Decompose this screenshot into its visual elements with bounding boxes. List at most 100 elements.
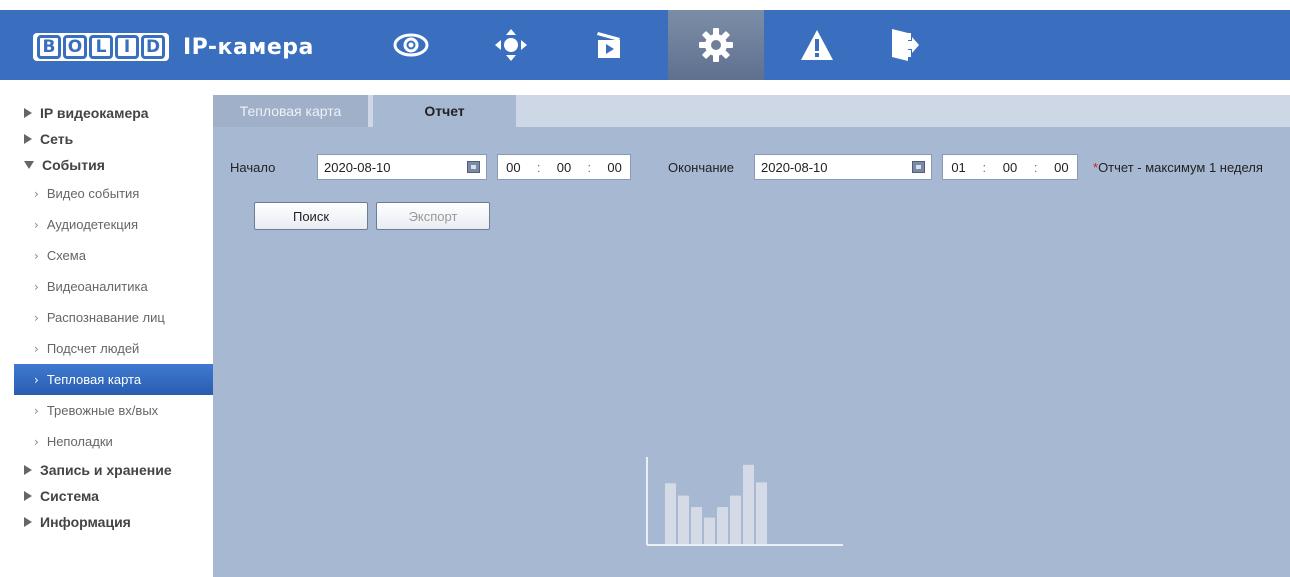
- end-minute[interactable]: 00: [1003, 160, 1017, 175]
- chevron-right-icon: ›: [34, 434, 39, 449]
- logo-letter: L: [89, 35, 113, 59]
- time-separator: :: [982, 159, 987, 175]
- sidebar-section-network[interactable]: Сеть: [0, 126, 218, 152]
- chevron-right-icon: ›: [34, 186, 39, 201]
- end-label: Окончание: [668, 160, 735, 175]
- chevron-right-icon: ›: [34, 372, 39, 387]
- empty-report-placeholder: [646, 457, 843, 546]
- sidebar-section-label: События: [42, 157, 105, 173]
- sidebar-item-audio-detection[interactable]: › Аудиодетекция: [0, 209, 218, 240]
- sidebar-item-label: Аудиодетекция: [46, 217, 139, 232]
- sidebar-item-label: Тревожные вх/вых: [46, 403, 159, 418]
- report-limit-note: *Отчет - максимум 1 неделя: [1093, 160, 1263, 175]
- sidebar-section-label: Информация: [40, 514, 131, 530]
- placeholder-bar: [730, 495, 741, 544]
- start-label: Начало: [230, 160, 276, 175]
- collapsed-triangle-icon: [24, 465, 32, 475]
- expanded-triangle-icon: [24, 161, 34, 169]
- sidebar-item-faults[interactable]: › Неполадки: [0, 426, 218, 457]
- end-date-value: 2020-08-10: [761, 159, 828, 175]
- chevron-right-icon: ›: [34, 248, 39, 263]
- logo-letter: D: [141, 35, 165, 59]
- collapsed-triangle-icon: [24, 108, 32, 118]
- sidebar-section-label: Запись и хранение: [40, 462, 172, 478]
- sidebar-item-face-recognition[interactable]: › Распознавание лиц: [0, 302, 218, 333]
- placeholder-bar: [743, 464, 754, 544]
- nav-live-view[interactable]: [382, 10, 440, 80]
- end-time-field[interactable]: 01 : 00 : 00: [942, 154, 1078, 180]
- sidebar-item-scheme[interactable]: › Схема: [0, 240, 218, 271]
- tab-report[interactable]: Отчет: [373, 95, 516, 127]
- main-panel: Тепловая карта Отчет Начало 2020-08-10 0…: [213, 95, 1290, 577]
- logo-mark: B O L I D: [33, 33, 169, 61]
- sidebar-section-info[interactable]: Информация: [0, 509, 218, 535]
- logo-letter: O: [63, 35, 87, 59]
- logout-icon: [892, 29, 919, 61]
- eye-icon: [393, 33, 429, 57]
- tab-bar: Тепловая карта Отчет: [213, 95, 1290, 127]
- start-minute[interactable]: 00: [557, 160, 571, 175]
- calendar-icon[interactable]: [467, 161, 480, 173]
- nav-logout[interactable]: [876, 10, 934, 80]
- collapsed-triangle-icon: [24, 517, 32, 527]
- export-button[interactable]: Экспорт: [376, 202, 490, 230]
- sidebar-item-label: Подсчет людей: [46, 341, 140, 356]
- sidebar-section-events[interactable]: События: [0, 152, 218, 178]
- placeholder-bar: [756, 482, 767, 544]
- sidebar-item-video-events[interactable]: › Видео события: [0, 178, 218, 209]
- sidebar-item-alarm-io[interactable]: › Тревожные вх/вых: [0, 395, 218, 426]
- sidebar-section-storage[interactable]: Запись и хранение: [0, 457, 218, 483]
- search-button[interactable]: Поиск: [254, 202, 368, 230]
- sidebar-item-video-analytics[interactable]: › Видеоаналитика: [0, 271, 218, 302]
- collapsed-triangle-icon: [24, 491, 32, 501]
- sidebar-item-label: Распознавание лиц: [46, 310, 165, 325]
- placeholder-bar: [678, 495, 689, 544]
- end-hour[interactable]: 01: [951, 160, 965, 175]
- sidebar-item-people-counting[interactable]: › Подсчет людей: [0, 333, 218, 364]
- sidebar-section-ip-camera[interactable]: IP видеокамера: [0, 100, 218, 126]
- logo: B O L I D IP-камера: [33, 32, 314, 62]
- start-hour[interactable]: 00: [506, 160, 520, 175]
- start-second[interactable]: 00: [607, 160, 621, 175]
- end-second[interactable]: 00: [1054, 160, 1068, 175]
- logo-letter: I: [115, 35, 139, 59]
- sidebar-item-label: Видеоаналитика: [46, 279, 148, 294]
- start-time-field[interactable]: 00 : 00 : 00: [497, 154, 631, 180]
- ptz-icon: [495, 29, 527, 61]
- nav-alarm[interactable]: [788, 10, 846, 80]
- time-separator: :: [587, 159, 592, 175]
- top-bar: B O L I D IP-камера: [0, 10, 1290, 80]
- sidebar-item-label: Видео события: [46, 186, 140, 201]
- start-date-field[interactable]: 2020-08-10: [317, 154, 487, 180]
- chevron-right-icon: ›: [34, 403, 39, 418]
- placeholder-bar: [691, 507, 702, 544]
- sidebar-item-heat-map[interactable]: › Тепловая карта: [14, 364, 218, 395]
- end-date-field[interactable]: 2020-08-10: [754, 154, 932, 180]
- time-separator: :: [536, 159, 541, 175]
- logo-letter: B: [37, 35, 61, 59]
- sidebar-section-label: Система: [40, 488, 99, 504]
- report-limit-text: Отчет - максимум 1 неделя: [1098, 160, 1263, 175]
- sidebar-item-label: Схема: [46, 248, 86, 263]
- nav-settings[interactable]: [668, 10, 764, 80]
- time-separator: :: [1033, 159, 1038, 175]
- sidebar-item-label: Тепловая карта: [46, 372, 142, 387]
- chevron-right-icon: ›: [34, 310, 39, 325]
- settings-icon: [699, 28, 733, 62]
- collapsed-triangle-icon: [24, 134, 32, 144]
- start-date-value: 2020-08-10: [324, 159, 391, 175]
- sidebar-section-label: Сеть: [40, 131, 74, 147]
- calendar-icon[interactable]: [912, 161, 925, 173]
- chevron-right-icon: ›: [34, 341, 39, 356]
- sidebar-section-label: IP видеокамера: [40, 105, 149, 121]
- tab-heat-map[interactable]: Тепловая карта: [213, 95, 368, 127]
- app-title: IP-камера: [183, 34, 314, 60]
- chevron-right-icon: ›: [34, 217, 39, 232]
- placeholder-bar: [717, 507, 728, 544]
- nav-ptz[interactable]: [482, 10, 540, 80]
- playback-icon: [597, 32, 620, 58]
- sidebar-section-system[interactable]: Система: [0, 483, 218, 509]
- nav-playback[interactable]: [580, 10, 638, 80]
- placeholder-bar: [665, 483, 676, 544]
- placeholder-bar: [704, 517, 715, 544]
